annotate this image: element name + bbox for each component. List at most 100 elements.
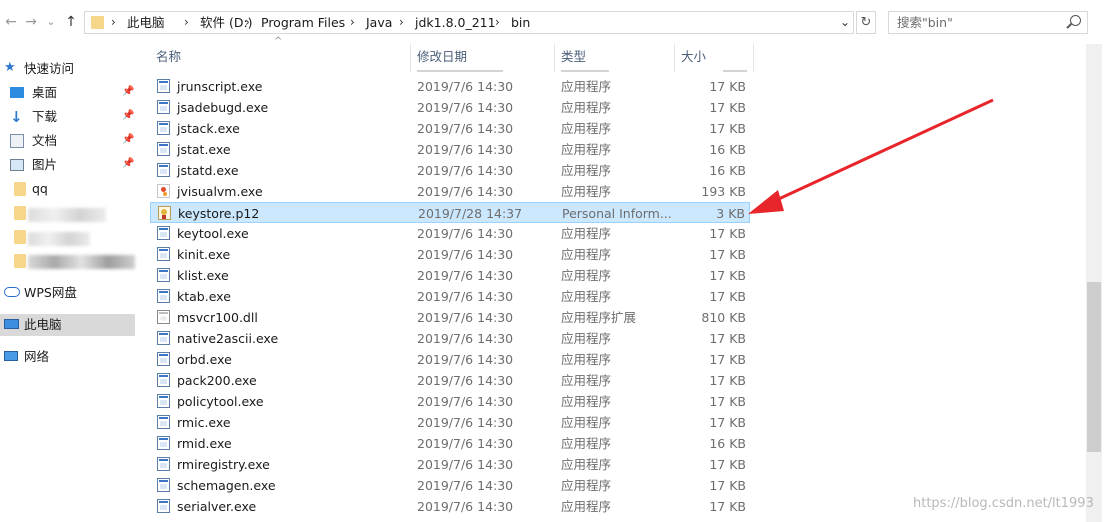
back-button[interactable]: ← [2, 12, 20, 32]
executable-file-icon [157, 436, 170, 450]
file-row[interactable]: keystore.p12 2019/7/28 14:37 Personal Info… [150, 202, 750, 223]
file-row[interactable]: rmid.exe 2019/7/6 14:30 应用程序 16 KB [150, 433, 750, 454]
file-row[interactable]: orbd.exe 2019/7/6 14:30 应用程序 17 KB [150, 349, 750, 370]
up-button[interactable]: ↑ [62, 12, 80, 32]
file-size: 16 KB [709, 436, 746, 451]
sidebar-item-network[interactable]: 网络 [0, 346, 135, 368]
file-name: rmid.exe [177, 436, 232, 451]
file-date: 2019/7/6 14:30 [417, 247, 514, 262]
file-date: 2019/7/28 14:37 [418, 206, 523, 221]
file-date: 2019/7/6 14:30 [417, 352, 514, 367]
folder-icon [14, 206, 26, 220]
file-date: 2019/7/6 14:30 [417, 415, 514, 430]
sidebar-item-downloads[interactable]: ↓ 下载 📌 [0, 106, 135, 128]
file-row[interactable]: jrunscript.exe 2019/7/6 14:30 应用程序 17 KB [150, 76, 750, 97]
column-header-size[interactable]: 大小 [681, 46, 706, 68]
executable-file-icon [157, 247, 170, 261]
file-date: 2019/7/6 14:30 [417, 184, 514, 199]
file-row[interactable]: native2ascii.exe 2019/7/6 14:30 应用程序 17 KB [150, 328, 750, 349]
file-date: 2019/7/6 14:30 [417, 478, 514, 493]
file-name: orbd.exe [177, 352, 232, 367]
file-size: 17 KB [709, 478, 746, 493]
executable-file-icon [157, 100, 170, 114]
file-row[interactable]: rmiregistry.exe 2019/7/6 14:30 应用程序 17 KB [150, 454, 750, 475]
file-type: 应用程序 [561, 415, 612, 430]
file-row[interactable]: jstack.exe 2019/7/6 14:30 应用程序 17 KB [150, 118, 750, 139]
java-app-icon [157, 184, 170, 198]
pin-icon: 📌 [122, 134, 135, 145]
executable-file-icon [157, 352, 170, 366]
breadcrumb-separator: › [399, 15, 404, 29]
file-size: 17 KB [709, 79, 746, 94]
sidebar-item-quick-access[interactable]: ★ 快速访问 [0, 58, 135, 80]
file-type: 应用程序 [561, 226, 612, 241]
sidebar-item-pictures[interactable]: 图片 📌 [0, 154, 135, 176]
file-size: 17 KB [709, 373, 746, 388]
address-bar[interactable]: › 此电脑 › 软件 (D:) › Program Files › Java ›… [84, 11, 854, 34]
file-date: 2019/7/6 14:30 [417, 100, 514, 115]
redacted-folder-name [28, 255, 135, 269]
sidebar-item-documents[interactable]: 文档 📌 [0, 130, 135, 152]
dll-file-icon [157, 310, 170, 324]
file-row[interactable]: schemagen.exe 2019/7/6 14:30 应用程序 17 KB [150, 475, 750, 496]
computer-icon [4, 319, 19, 329]
file-date: 2019/7/6 14:30 [417, 163, 514, 178]
file-type: 应用程序 [561, 373, 612, 388]
refresh-button[interactable]: ↻ [856, 11, 876, 34]
scrollbar-thumb[interactable] [1087, 282, 1101, 452]
breadcrumb-program-files[interactable]: Program Files [261, 12, 345, 33]
file-row[interactable]: msvcr100.dll 2019/7/6 14:30 应用程序扩展 810 KB [150, 307, 750, 328]
search-icon [1070, 15, 1081, 26]
breadcrumb-this-pc[interactable]: 此电脑 [127, 12, 165, 33]
file-type: Personal Inform... [562, 206, 672, 221]
executable-file-icon [157, 331, 170, 345]
file-row[interactable]: serialver.exe 2019/7/6 14:30 应用程序 17 KB [150, 496, 750, 517]
file-row[interactable]: rmic.exe 2019/7/6 14:30 应用程序 17 KB [150, 412, 750, 433]
column-header-name[interactable]: 名称 [156, 46, 181, 68]
file-row[interactable]: ktab.exe 2019/7/6 14:30 应用程序 17 KB [150, 286, 750, 307]
sidebar-item-label: 图片 [32, 157, 58, 172]
file-size: 810 KB [701, 310, 746, 325]
sidebar-item-this-pc[interactable]: 此电脑 [0, 314, 135, 336]
file-row[interactable]: pack200.exe 2019/7/6 14:30 应用程序 17 KB [150, 370, 750, 391]
file-row[interactable]: jvisualvm.exe 2019/7/6 14:30 应用程序 193 KB [150, 181, 750, 202]
file-row[interactable]: klist.exe 2019/7/6 14:30 应用程序 17 KB [150, 265, 750, 286]
file-row[interactable]: jstatd.exe 2019/7/6 14:30 应用程序 16 KB [150, 160, 750, 181]
address-dropdown-button[interactable]: ⌄ [840, 12, 850, 33]
file-date: 2019/7/6 14:30 [417, 289, 514, 304]
file-size: 17 KB [709, 415, 746, 430]
file-row[interactable]: jstat.exe 2019/7/6 14:30 应用程序 16 KB [150, 139, 750, 160]
network-icon [4, 351, 18, 361]
column-header-date[interactable]: 修改日期 [417, 46, 467, 68]
file-row[interactable]: kinit.exe 2019/7/6 14:30 应用程序 17 KB [150, 244, 750, 265]
folder-icon [91, 16, 104, 29]
breadcrumb-jdk[interactable]: jdk1.8.0_211 [415, 12, 496, 33]
breadcrumb-separator: › [184, 15, 189, 29]
file-type: 应用程序 [561, 289, 612, 304]
folder-icon [14, 182, 26, 196]
file-row[interactable]: policytool.exe 2019/7/6 14:30 应用程序 17 KB [150, 391, 750, 412]
sidebar-item-desktop[interactable]: 桌面 📌 [0, 82, 135, 104]
file-name: schemagen.exe [177, 478, 276, 493]
file-size: 17 KB [709, 289, 746, 304]
column-divider[interactable] [753, 44, 754, 72]
breadcrumb-java[interactable]: Java [366, 12, 392, 33]
column-header-type[interactable]: 类型 [561, 46, 586, 68]
star-icon: ★ [4, 60, 16, 75]
file-name: keytool.exe [177, 226, 249, 241]
sidebar-item-wps-cloud[interactable]: WPS网盘 [0, 282, 135, 304]
recent-locations-button[interactable]: ⌄ [42, 12, 60, 32]
breadcrumb-bin[interactable]: bin [511, 12, 530, 33]
file-row[interactable]: jsadebugd.exe 2019/7/6 14:30 应用程序 17 KB [150, 97, 750, 118]
file-type: 应用程序 [561, 121, 612, 136]
search-input[interactable]: 搜索"bin" [888, 11, 1088, 34]
sidebar-item-qq[interactable]: qq [0, 178, 135, 200]
file-name: jstat.exe [177, 142, 231, 157]
forward-button[interactable]: → [22, 12, 40, 32]
executable-file-icon [157, 373, 170, 387]
file-type: 应用程序 [561, 268, 612, 283]
file-row[interactable]: keytool.exe 2019/7/6 14:30 应用程序 17 KB [150, 223, 750, 244]
file-date: 2019/7/6 14:30 [417, 331, 514, 346]
executable-file-icon [157, 289, 170, 303]
file-name: jvisualvm.exe [177, 184, 263, 199]
